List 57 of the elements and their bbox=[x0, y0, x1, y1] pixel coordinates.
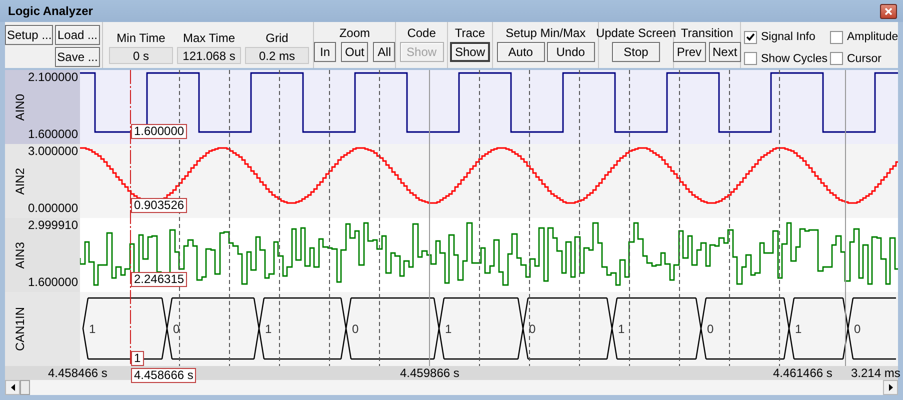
checkbox-label: Amplitude bbox=[847, 31, 898, 44]
toolbar-button[interactable]: Prev bbox=[672, 42, 706, 62]
time-field: 0 s bbox=[109, 46, 173, 64]
cursor-value: 0.903526 bbox=[131, 198, 188, 213]
signal-name: AIN2 bbox=[13, 168, 27, 194]
scale-min-value: 1.600000 bbox=[28, 127, 78, 141]
checkbox-label: Show Cycles bbox=[761, 52, 828, 65]
save-button[interactable]: Save ... bbox=[55, 47, 100, 67]
group-title: Trace bbox=[454, 25, 486, 42]
bit-value: 1 bbox=[618, 322, 625, 336]
bit-value: 1 bbox=[795, 322, 802, 336]
cursor-value: 1.600000 bbox=[131, 124, 188, 139]
setup-button[interactable]: Setup ... bbox=[5, 25, 53, 45]
bit-value: 0 bbox=[173, 322, 180, 336]
checkbox-label: Signal Info bbox=[761, 31, 816, 44]
scale-max-value: 3.000000 bbox=[28, 144, 78, 158]
toolbar-button[interactable]: In bbox=[314, 42, 336, 62]
toolbar-button[interactable]: All bbox=[373, 42, 396, 62]
bit-value: 1 bbox=[445, 322, 452, 336]
scale-max-value: 2.999910 bbox=[28, 218, 78, 232]
group-title: Transition bbox=[680, 25, 734, 42]
cursor-time: 4.458666 s bbox=[131, 368, 196, 383]
signal-name: AIN0 bbox=[13, 94, 27, 120]
group-title: Setup Min/Max bbox=[506, 25, 586, 42]
scale-min-value: 0.000000 bbox=[28, 201, 78, 215]
toolbar-button[interactable]: Next bbox=[708, 42, 742, 62]
window-title: Logic Analyzer bbox=[8, 4, 93, 18]
load-button[interactable]: Load ... bbox=[55, 25, 100, 45]
time-label: 4.458466 s bbox=[48, 366, 108, 380]
field-label: Grid bbox=[266, 30, 288, 46]
time-field: 121.068 s bbox=[177, 46, 241, 64]
bit-value: 0 bbox=[352, 322, 359, 336]
bit-value: 0 bbox=[707, 322, 714, 336]
toolbar-button[interactable]: Stop bbox=[612, 42, 660, 62]
bit-value: 1 bbox=[89, 322, 96, 336]
toolbar-button[interactable]: Show bbox=[450, 42, 490, 62]
toolbar-button[interactable]: Auto bbox=[496, 42, 545, 62]
toolbar-button[interactable]: Out bbox=[341, 42, 368, 62]
cursor-value: 1 bbox=[131, 351, 144, 366]
field-label: Max Time bbox=[182, 30, 235, 46]
group-title: Code bbox=[407, 25, 436, 42]
group-title: Zoom bbox=[339, 25, 370, 42]
scale-max-value: 2.100000 bbox=[28, 70, 78, 84]
checkbox-label: Cursor bbox=[847, 52, 882, 65]
group-title: Update Screen bbox=[596, 25, 676, 42]
toolbar-button[interactable]: Undo bbox=[546, 42, 595, 62]
signal-name: AIN3 bbox=[13, 242, 27, 268]
field-label: Min Time bbox=[116, 30, 166, 46]
bit-value: 0 bbox=[854, 322, 861, 336]
time-label: 4.459866 s bbox=[400, 366, 460, 380]
bit-value: 1 bbox=[265, 322, 272, 336]
cursor-value: 2.246315 bbox=[131, 272, 188, 287]
time-field: 0.2 ms bbox=[245, 46, 309, 64]
signal-name: CAN1IN bbox=[13, 306, 27, 351]
time-span: 3.214 ms bbox=[851, 366, 900, 380]
scale-min-value: 1.600000 bbox=[28, 275, 78, 289]
time-label: 4.461466 s bbox=[773, 366, 832, 380]
